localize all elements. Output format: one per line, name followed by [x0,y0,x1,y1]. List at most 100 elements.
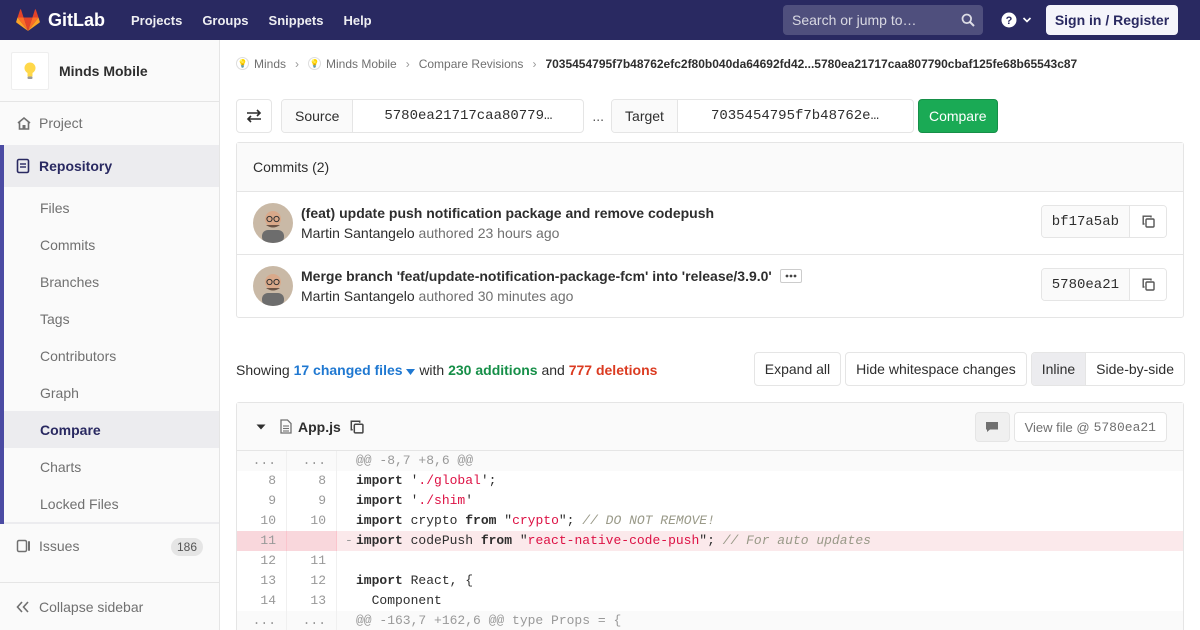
sidebar-item-branches[interactable]: Branches [4,263,219,300]
copy-icon [1142,215,1155,228]
diff-file-header[interactable]: App.js View file @5780ea21 [237,403,1183,451]
compare-separator: ... [592,108,605,124]
hide-whitespace-button[interactable]: Hide whitespace changes [845,352,1027,386]
expand-all-button[interactable]: Expand all [753,352,842,386]
source-ref-selector[interactable]: Source 5780ea21717caa80779… [281,99,585,133]
source-ref-value[interactable]: 5780ea21717caa80779… [353,100,583,132]
commit-sha-button[interactable]: bf17a5ab [1041,206,1130,237]
author-avatar[interactable] [253,266,293,306]
commit-sha-button[interactable]: 5780ea21 [1041,269,1130,300]
old-line-number[interactable]: 12 [237,551,287,571]
sign-in-button[interactable]: Sign in / Register [1046,5,1178,35]
sidebar-item-compare[interactable]: Compare [0,411,219,448]
collapse-sidebar-button[interactable]: Collapse sidebar [0,582,219,630]
project-avatar [11,51,49,90]
target-ref-value[interactable]: 7035454795f7b48762e… [678,100,913,132]
additions-count: 230 additions [448,361,538,378]
diff-line: 13 12 import React, { [237,571,1183,591]
changed-files-dropdown[interactable]: 17 changed files [294,362,416,378]
new-line-number[interactable]: 13 [287,591,337,611]
diff-file: App.js View file @5780ea21 ...... @@ -8,7… [236,402,1184,630]
new-line-number[interactable]: 12 [287,571,337,591]
code-text: "; [699,533,723,548]
copy-sha-button[interactable] [1130,269,1166,300]
new-line-number[interactable]: 11 [287,551,337,571]
commit-time: authored 30 minutes ago [418,288,574,304]
new-line-number[interactable] [287,531,337,551]
project-avatar-icon: 💡 [308,57,322,70]
sidebar-item-issues[interactable]: Issues 186 [0,526,219,566]
target-ref-selector[interactable]: Target 7035454795f7b48762e… [611,99,914,133]
diff-line: 9 9 import './shim' [237,491,1183,511]
diff-view-toggle: Inline Side-by-side [1030,352,1185,386]
breadcrumb-compare-revisions[interactable]: Compare Revisions [419,57,524,71]
inline-view-button[interactable]: Inline [1031,353,1087,385]
new-line-number[interactable]: ... [287,451,337,471]
toggle-comments-button[interactable] [974,412,1010,442]
diff-hunk-header: ...... @@ -8,7 +8,6 @@ [237,451,1183,471]
caret-down-icon[interactable] [256,424,266,430]
gitlab-logo[interactable]: GitLab [16,0,105,40]
sidebar-item-project[interactable]: Project [0,103,219,143]
view-file-sha: 5780ea21 [1093,419,1156,435]
new-line-number[interactable]: 8 [287,471,337,491]
sidebar-item-tags[interactable]: Tags [4,300,219,337]
breadcrumb-minds-mobile[interactable]: 💡 Minds Mobile [308,57,397,71]
old-line-number[interactable]: ... [237,451,287,471]
old-line-number[interactable]: 13 [237,571,287,591]
sidebar-item-repository[interactable]: Repository [0,145,219,187]
nav-groups[interactable]: Groups [202,13,248,28]
summary-text: and [541,361,565,378]
commit-title-text[interactable]: Merge branch 'feat/update-notification-p… [301,268,772,284]
diff-view-controls: Expand all Hide whitespace changes Inlin… [750,352,1185,386]
nav-projects[interactable]: Projects [131,13,182,28]
code-text: crypto [402,513,466,528]
help-dropdown[interactable]: ? [1001,12,1032,28]
diff-file-name[interactable]: App.js [298,419,341,435]
sidebar-project-header[interactable]: Minds Mobile [0,40,219,102]
old-line-number[interactable]: 10 [237,511,287,531]
old-line-number[interactable]: 9 [237,491,287,511]
sidebar-item-charts[interactable]: Charts [4,448,219,485]
compare-button[interactable]: Compare [917,99,998,133]
view-file-button[interactable]: View file @5780ea21 [1013,412,1167,442]
commit-title[interactable]: (feat) update push notification package … [301,205,714,221]
sidebar-item-graph[interactable]: Graph [4,374,219,411]
copy-icon [350,420,364,434]
breadcrumb: 💡 Minds › 💡 Minds Mobile › Compare Revis… [236,40,1184,87]
summary-text: with [419,361,445,378]
nav-snippets[interactable]: Snippets [269,13,324,28]
sidebar-item-commits[interactable]: Commits [4,226,219,263]
swap-revisions-button[interactable] [236,99,272,133]
old-line-number[interactable]: 14 [237,591,287,611]
new-line-number[interactable]: 10 [287,511,337,531]
breadcrumb-current[interactable]: 7035454795f7b48762efc2f80b040da64692fd42… [545,57,1077,71]
old-line-number[interactable]: 11 [237,531,287,551]
code-text: Component [356,593,442,608]
commit-author[interactable]: Martin Santangelo [301,288,415,304]
commit-meta: Martin Santangelo authored 30 minutes ag… [301,288,802,304]
side-by-side-view-button[interactable]: Side-by-side [1086,353,1184,385]
copy-sha-button[interactable] [1130,206,1166,237]
sidebar-item-contributors[interactable]: Contributors [4,337,219,374]
new-line-number[interactable]: ... [287,611,337,630]
nav-help[interactable]: Help [343,13,371,28]
diff-hunk-header: ...... @@ -163,7 +162,6 @@ type Props = { [237,611,1183,630]
commit-author[interactable]: Martin Santangelo [301,225,415,241]
sidebar-item-locked-files[interactable]: Locked Files [4,485,219,522]
commit-title[interactable]: Merge branch 'feat/update-notification-p… [301,268,802,284]
old-line-number[interactable]: 8 [237,471,287,491]
expand-commit-description-button[interactable] [779,269,802,283]
code-comment: // DO NOT REMOVE! [582,513,715,528]
new-line-number[interactable]: 9 [287,491,337,511]
source-label: Source [282,100,354,132]
copy-file-path-button[interactable] [350,420,364,434]
code-text: ' [465,493,474,508]
comment-icon [986,422,999,432]
author-avatar[interactable] [253,203,293,243]
code-text: " [512,533,528,548]
old-line-number[interactable]: ... [237,611,287,630]
sidebar-item-files[interactable]: Files [4,189,219,226]
search-input[interactable] [792,12,957,28]
breadcrumb-minds[interactable]: 💡 Minds [236,57,286,71]
